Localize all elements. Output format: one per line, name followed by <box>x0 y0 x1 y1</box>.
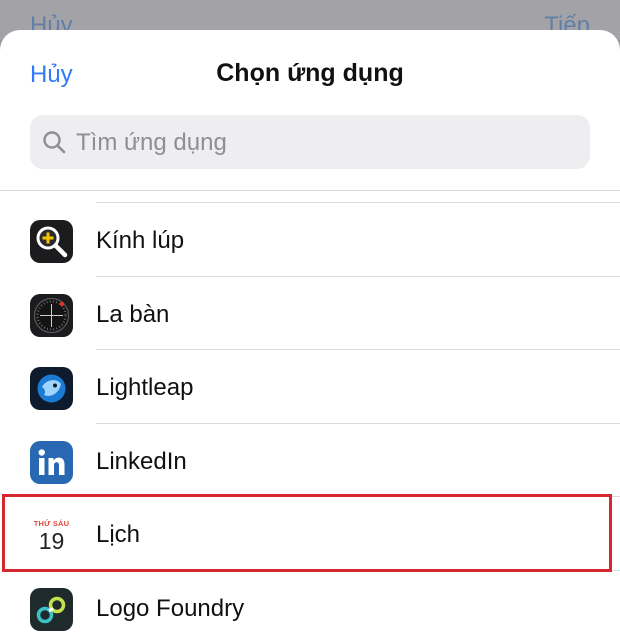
app-picker-sheet: Hủy Chọn ứng dụng Kính lúp <box>0 30 620 643</box>
logo-foundry-app-icon <box>30 587 73 631</box>
lightleap-app-icon <box>30 367 73 410</box>
app-label: Kính lúp <box>96 227 185 254</box>
sheet-header: Hủy Chọn ứng dụng <box>0 30 620 112</box>
app-label: Logo Foundry <box>96 594 245 622</box>
page-title: Chọn ứng dụng <box>216 59 404 87</box>
app-label: La bàn <box>96 300 170 328</box>
magnifier-app-icon <box>30 220 73 263</box>
selection-highlight <box>2 494 612 572</box>
app-list: Kính lúp La bàn Lightleap LinkedIn THỨ S… <box>0 200 620 643</box>
divider <box>0 190 620 191</box>
list-item-linkedin[interactable]: LinkedIn <box>0 424 620 497</box>
list-item-compass[interactable]: La bàn <box>0 277 620 350</box>
compass-app-icon <box>30 293 73 337</box>
app-label: LinkedIn <box>96 447 187 475</box>
search-input[interactable] <box>74 115 578 171</box>
app-label: Lightleap <box>96 374 194 401</box>
list-item-lightleap[interactable]: Lightleap <box>0 350 620 424</box>
search-bar[interactable] <box>30 115 590 171</box>
search-icon <box>43 131 66 154</box>
list-item-logo-foundry[interactable]: Logo Foundry <box>0 571 620 643</box>
linkedin-app-icon <box>30 440 73 484</box>
list-item-magnifier[interactable]: Kính lúp <box>0 203 620 277</box>
